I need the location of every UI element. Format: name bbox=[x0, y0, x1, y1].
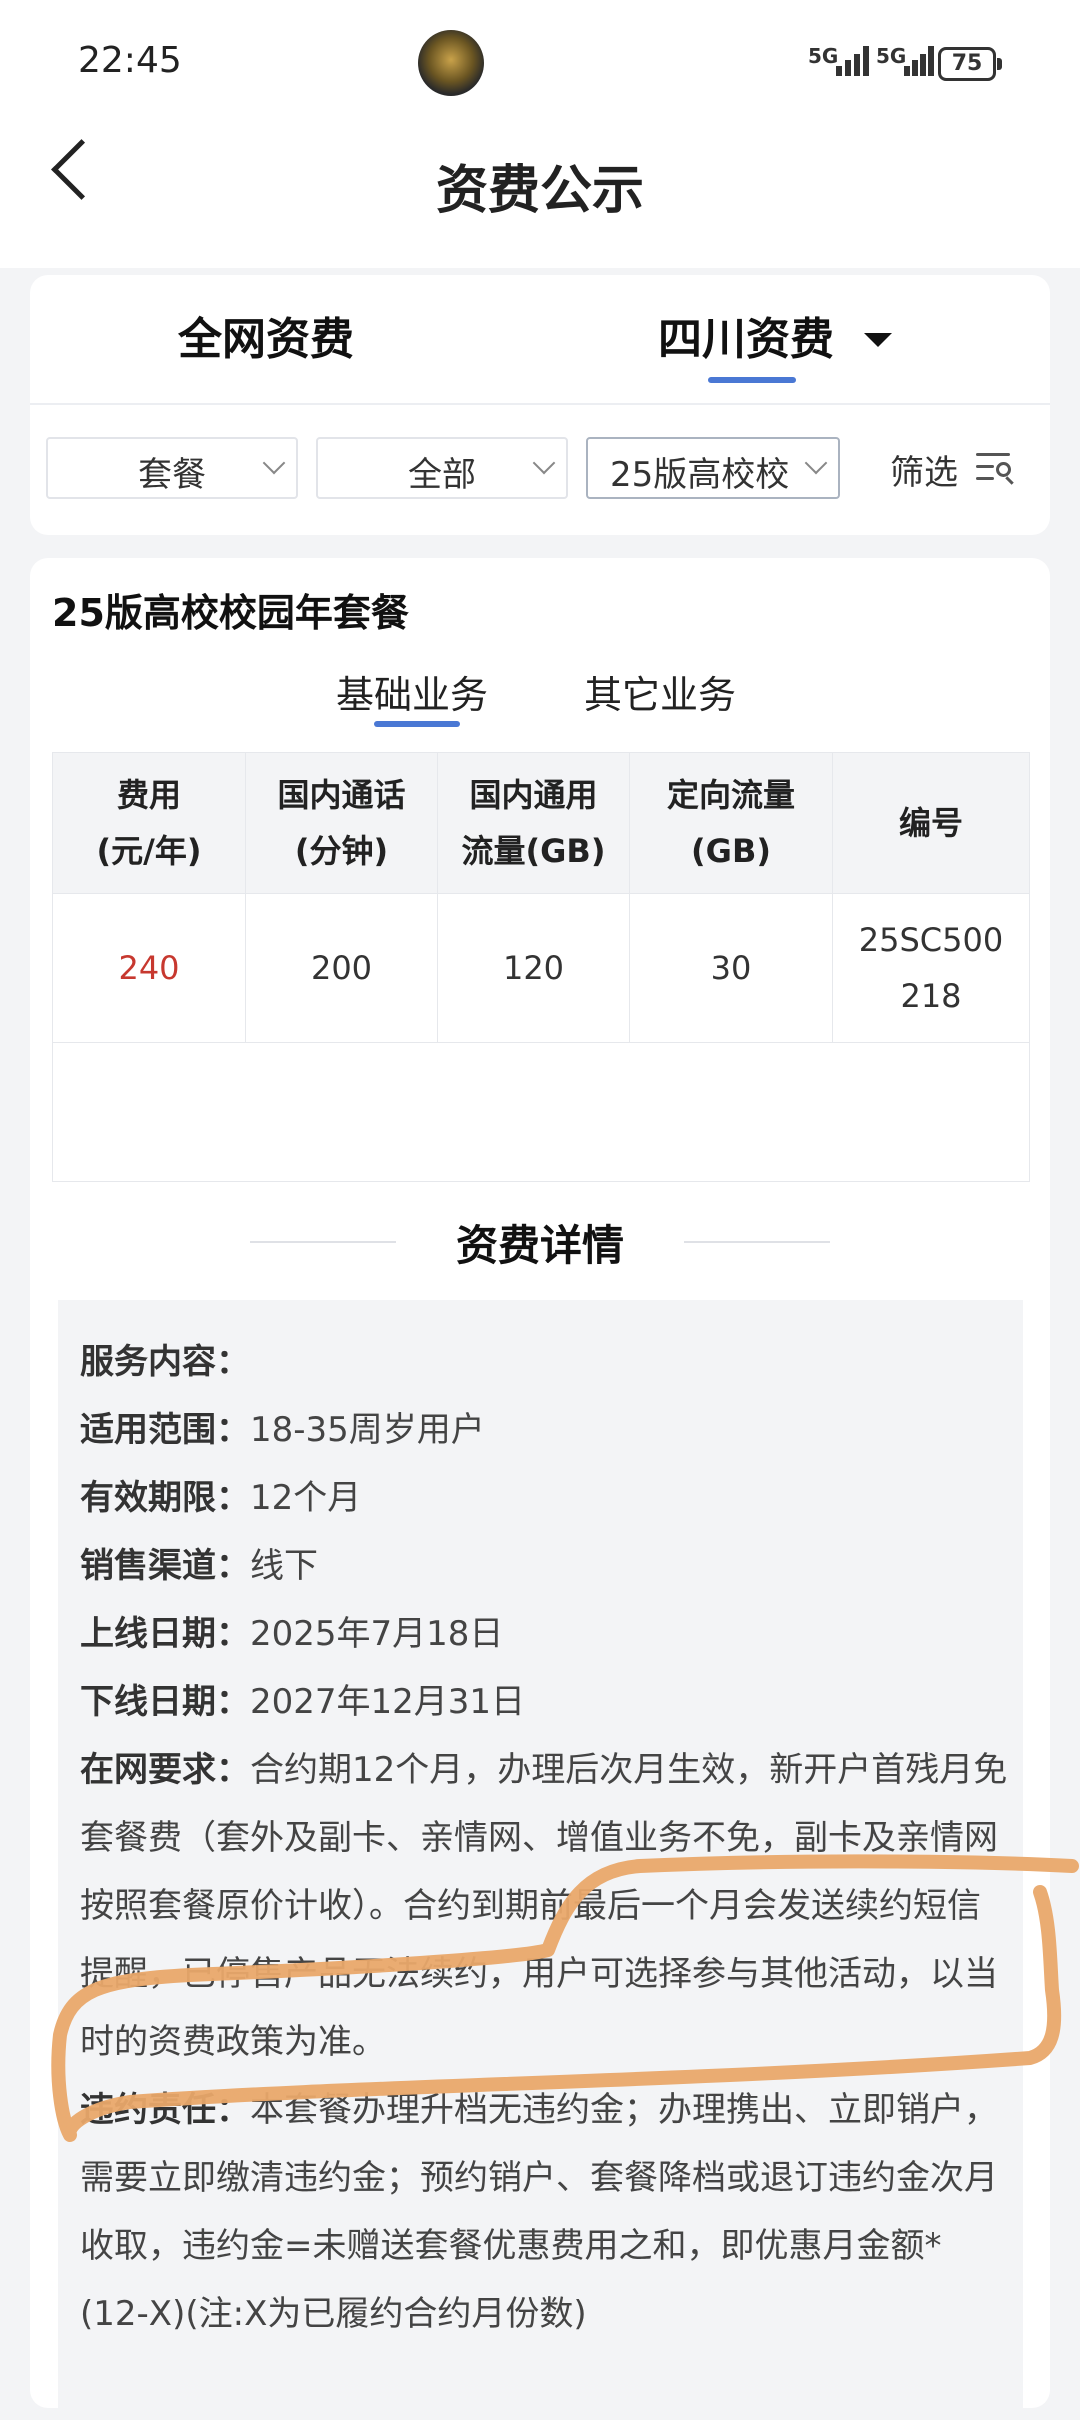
details-heading: 资费详情 bbox=[455, 1221, 624, 1270]
heading-line-right bbox=[684, 1241, 830, 1243]
cell-directed-data: 30 bbox=[629, 893, 833, 1043]
table-header-row: 费用 (元/年) 国内通话 (分钟) 国内通用 流量(GB) 定向流量 (GB) 编号 bbox=[52, 752, 1030, 894]
tab-national-tariff[interactable]: 全网资费 bbox=[178, 303, 354, 367]
plan-name: 25版高校校园年套餐 bbox=[52, 591, 409, 635]
table-empty-area bbox=[52, 1042, 1030, 1182]
signal-bars-icon bbox=[836, 46, 876, 76]
detail-network-requirement: 在网要求：合约期12个月，办理后次月生效，新开户首残月免套餐费（套外及副卡、亲情… bbox=[80, 1750, 1008, 2062]
front-camera-avatar bbox=[418, 30, 484, 96]
fee-table: 费用 (元/年) 国内通话 (分钟) 国内通用 流量(GB) 定向流量 (GB) 编号 … bbox=[52, 752, 1030, 1182]
detail-service-content: 服务内容： bbox=[80, 1342, 250, 1382]
status-time: 22:45 bbox=[78, 40, 182, 81]
cell-general-data: 120 bbox=[437, 893, 630, 1043]
top-area: 22:45 5G 5G 75 资费公示 bbox=[0, 0, 1080, 268]
tariff-tabs-card: 全网资费 四川资费 套餐 全部 25版高校校 筛选 bbox=[30, 275, 1050, 535]
caret-down-icon[interactable] bbox=[864, 333, 892, 347]
tab-sichuan-tariff[interactable]: 四川资费 bbox=[658, 303, 834, 367]
subtab-other[interactable]: 其它业务 bbox=[584, 664, 736, 719]
active-tab-indicator bbox=[708, 377, 796, 383]
signal-bars-icon bbox=[904, 46, 934, 76]
cell-minutes: 200 bbox=[245, 893, 438, 1043]
active-subtab-indicator bbox=[374, 721, 460, 727]
detail-launch-date: 上线日期：2025年7月18日 bbox=[80, 1614, 504, 1654]
signal-5g-label-2: 5G bbox=[876, 44, 907, 68]
page-title: 资费公示 bbox=[435, 160, 644, 221]
detail-liability: 违约责任：本套餐办理升档无违约金；办理携出、立即销户，需要立即缴清违约金；预约销… bbox=[80, 2090, 998, 2334]
select-plan[interactable]: 25版高校校 bbox=[586, 437, 840, 499]
signal-5g-label-1: 5G bbox=[808, 44, 839, 68]
divider bbox=[30, 403, 1050, 405]
header-directed-data: 定向流量 (GB) bbox=[629, 752, 833, 894]
header-fee: 费用 (元/年) bbox=[52, 752, 246, 894]
detail-offline-date: 下线日期：2027年12月31日 bbox=[80, 1682, 526, 1722]
header-code: 编号 bbox=[832, 752, 1030, 894]
table-row: 240 200 120 30 25SC500 218 bbox=[52, 893, 1030, 1043]
details-box: 服务内容： 适用范围：18-35周岁用户 有效期限：12个月 销售渠道：线下 上… bbox=[58, 1300, 1023, 2420]
plan-card: 25版高校校园年套餐 基础业务 其它业务 费用 (元/年) 国内通话 (分钟) 国内… bbox=[30, 558, 1050, 2420]
header-general-data: 国内通用 流量(GB) bbox=[437, 752, 630, 894]
filter-button[interactable]: 筛选 bbox=[890, 445, 958, 494]
filter-icon[interactable] bbox=[976, 449, 1014, 485]
select-scope[interactable]: 全部 bbox=[316, 437, 568, 499]
cell-code: 25SC500 218 bbox=[832, 893, 1030, 1043]
details-list: 服务内容： 适用范围：18-35周岁用户 有效期限：12个月 销售渠道：线下 上… bbox=[80, 1328, 1010, 2348]
select-type[interactable]: 套餐 bbox=[46, 437, 298, 499]
subtab-basic[interactable]: 基础业务 bbox=[336, 664, 488, 719]
detail-channel: 销售渠道：线下 bbox=[80, 1546, 318, 1586]
detail-validity: 有效期限：12个月 bbox=[80, 1478, 362, 1518]
cell-price: 240 bbox=[52, 893, 246, 1043]
header-minutes: 国内通话 (分钟) bbox=[245, 752, 438, 894]
select-plan-value: 25版高校校 bbox=[610, 455, 790, 495]
select-type-value: 套餐 bbox=[138, 455, 206, 495]
select-scope-value: 全部 bbox=[408, 455, 476, 495]
battery-icon: 75 bbox=[938, 47, 1002, 81]
detail-scope: 适用范围：18-35周岁用户 bbox=[80, 1410, 485, 1450]
